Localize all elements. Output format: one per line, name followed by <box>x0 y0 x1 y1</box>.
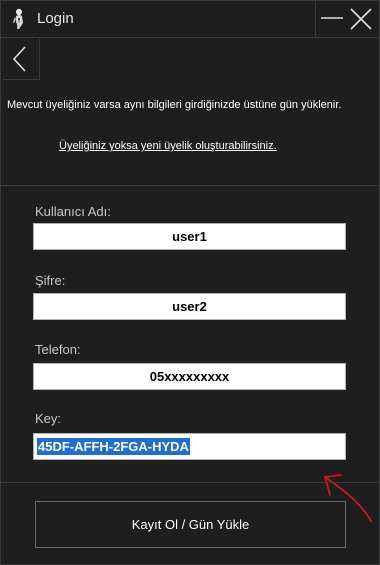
chevron-left-icon <box>12 46 26 72</box>
username-field[interactable]: user1 <box>33 223 346 250</box>
title-bar[interactable]: Login <box>1 1 379 38</box>
register-link[interactable]: Üyeliğiniz yoksa yeni üyelik oluşturabil… <box>59 140 277 152</box>
divider <box>1 482 379 483</box>
info-message: Mevcut üyeliğiniz varsa aynı bilgileri g… <box>7 99 342 111</box>
phone-label: Telefon: <box>35 342 81 357</box>
key-field[interactable]: 45DF-AFFH-2FGA-HYDA <box>33 433 346 460</box>
key-value: 45DF-AFFH-2FGA-HYDA <box>37 438 190 455</box>
minimize-icon <box>321 17 343 19</box>
divider <box>1 185 379 186</box>
window-title: Login <box>37 10 74 27</box>
password-label: Şifre: <box>35 273 66 288</box>
close-button[interactable] <box>345 1 377 37</box>
login-window: Login Mevcut üyeliğiniz varsa aynı bilgi… <box>0 0 380 565</box>
figure-icon <box>13 8 23 29</box>
username-label: Kullanıcı Adı: <box>35 204 111 219</box>
close-icon <box>350 8 372 30</box>
back-button[interactable] <box>3 39 40 80</box>
password-field[interactable]: user2 <box>33 293 346 320</box>
key-label: Key: <box>35 411 62 426</box>
submit-button[interactable]: Kayıt Ol / Gün Yükle <box>35 501 346 548</box>
minimize-button[interactable] <box>315 1 348 37</box>
phone-field[interactable]: 05xxxxxxxxx <box>33 363 346 390</box>
